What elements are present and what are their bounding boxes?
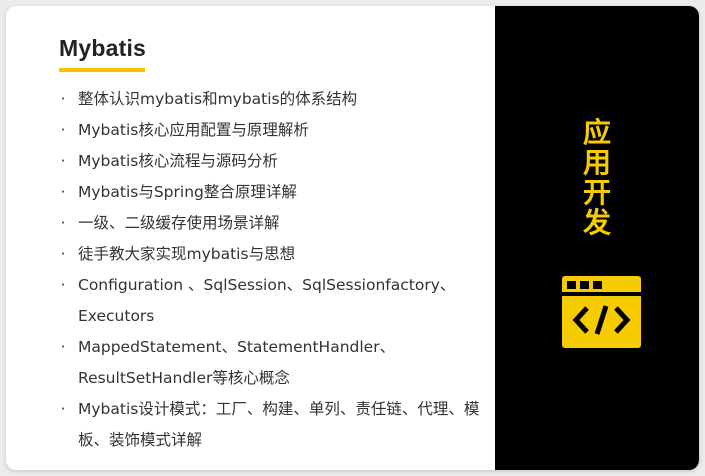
topic-list: · 整体认识mybatis和mybatis的体系结构 · Mybatis核心应用…: [56, 84, 486, 456]
side-title-char: 发: [582, 206, 611, 239]
side-title-char: 开: [582, 176, 611, 209]
list-item-text: 徒手教大家实现mybatis与思想: [78, 245, 296, 263]
course-card: Mybatis · 整体认识mybatis和mybatis的体系结构 · Myb…: [6, 6, 699, 470]
list-item-text: Configuration 、SqlSession、SqlSessionfact…: [78, 276, 456, 325]
content-panel: Mybatis · 整体认识mybatis和mybatis的体系结构 · Myb…: [6, 6, 495, 470]
bullet: ·: [60, 214, 66, 232]
side-title-char: 用: [582, 146, 611, 179]
list-item-text: Mybatis与Spring整合原理详解: [78, 183, 297, 201]
list-item-text: 整体认识mybatis和mybatis的体系结构: [78, 90, 358, 108]
bullet: ·: [60, 183, 66, 201]
side-panel: 应 用 开 发: [495, 6, 699, 470]
list-item: · 整体认识mybatis和mybatis的体系结构: [56, 84, 486, 115]
list-item: · 徒手教大家实现mybatis与思想: [56, 239, 486, 270]
side-title: 应 用 开 发: [495, 118, 699, 238]
bullet: ·: [60, 400, 66, 418]
bullet: ·: [60, 90, 66, 108]
card-title: Mybatis: [59, 35, 147, 61]
bullet: ·: [60, 338, 66, 356]
list-item: · Mybatis与Spring整合原理详解: [56, 177, 486, 208]
list-item: · Mybatis核心流程与源码分析: [56, 146, 486, 177]
list-item-text: Mybatis设计模式：工厂、构建、单列、责任链、代理、模板、装饰模式详解: [78, 400, 480, 449]
side-title-char: 应: [582, 116, 611, 149]
list-item: · 一级、二级缓存使用场景详解: [56, 208, 486, 239]
bullet: ·: [60, 245, 66, 263]
list-item-text: 一级、二级缓存使用场景详解: [78, 214, 280, 232]
list-item: · Configuration 、SqlSession、SqlSessionfa…: [56, 270, 486, 332]
list-item-text: Mybatis核心流程与源码分析: [78, 152, 278, 170]
list-item: · MappedStatement、StatementHandler、Resul…: [56, 332, 486, 394]
bullet: ·: [60, 152, 66, 170]
list-item: · Mybatis核心应用配置与原理解析: [56, 115, 486, 146]
bullet: ·: [60, 276, 66, 294]
list-item: · Mybatis设计模式：工厂、构建、单列、责任链、代理、模板、装饰模式详解: [56, 394, 486, 456]
title-underline: [59, 68, 145, 72]
code-window-icon: [562, 276, 641, 348]
list-item-text: Mybatis核心应用配置与原理解析: [78, 121, 309, 139]
list-item-text: MappedStatement、StatementHandler、ResultS…: [78, 338, 396, 387]
bullet: ·: [60, 121, 66, 139]
